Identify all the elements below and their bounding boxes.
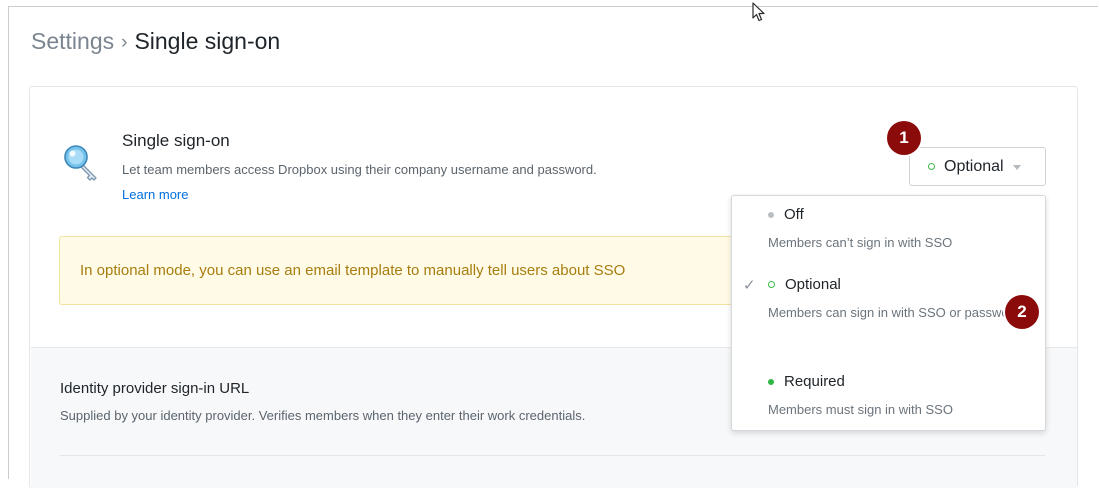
status-dot-hollow-icon (768, 281, 775, 288)
option-label: Optional (785, 276, 841, 293)
step-badge-1: 1 (887, 121, 921, 155)
dropdown-option-off[interactable]: Off Members can’t sign in with SSO (768, 206, 1038, 255)
sso-description: Let team members access Dropbox using th… (122, 162, 597, 177)
notice-text: In optional mode, you can use an email t… (80, 262, 626, 279)
page-title: Single sign-on (134, 28, 281, 54)
status-dot-grey-icon (768, 211, 774, 218)
option-label: Required (784, 373, 845, 390)
option-description: Members must sign in with SSO (768, 402, 953, 417)
idp-sign-in-url-description: Supplied by your identity provider. Veri… (60, 408, 586, 423)
optional-mode-notice: In optional mode, you can use an email t… (59, 236, 819, 305)
idp-sign-in-url-title: Identity provider sign-in URL (60, 380, 250, 397)
window-border-left (8, 6, 9, 479)
window-border-top (8, 6, 1098, 7)
section-divider (60, 455, 1045, 456)
breadcrumb: Settings › Single sign-on (31, 26, 280, 59)
status-dot-icon (928, 163, 935, 170)
sso-mode-dropdown-menu: Off Members can’t sign in with SSO ✓ Opt… (731, 195, 1046, 431)
learn-more-link[interactable]: Learn more (122, 187, 188, 202)
key-icon (64, 145, 97, 181)
option-description: Members can’t sign in with SSO (768, 235, 953, 250)
dropdown-option-required[interactable]: Required Members must sign in with SSO (768, 373, 1038, 422)
mouse-cursor-icon (752, 2, 765, 22)
option-description: Members can sign in with SSO or password (768, 305, 1021, 320)
caret-down-icon (1012, 165, 1021, 170)
breadcrumb-separator: › (121, 32, 128, 53)
option-label: Off (784, 206, 804, 223)
step-badge-2: 2 (1005, 295, 1039, 329)
sso-title: Single sign-on (122, 131, 230, 150)
sso-mode-select[interactable]: Optional (909, 147, 1046, 186)
status-dot-green-icon (768, 378, 774, 385)
dropdown-option-optional[interactable]: ✓ Optional Members can sign in with SSO … (743, 276, 1038, 325)
breadcrumb-settings-link[interactable]: Settings (31, 28, 114, 54)
sso-mode-selected-value: Optional (944, 157, 1004, 175)
checkmark-icon: ✓ (743, 277, 756, 294)
